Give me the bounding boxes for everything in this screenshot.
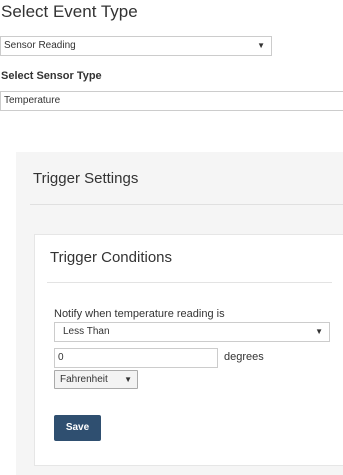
event-type-label: Select Event Type <box>1 2 138 21</box>
chevron-down-icon: ▼ <box>315 327 323 336</box>
trigger-conditions-divider <box>47 282 332 283</box>
degrees-label: degrees <box>224 351 264 363</box>
event-type-select[interactable]: Sensor Reading ▼ <box>0 36 272 56</box>
chevron-down-icon: ▼ <box>257 41 265 50</box>
trigger-settings-divider <box>30 204 343 205</box>
trigger-conditions-title: Trigger Conditions <box>50 249 172 266</box>
threshold-value-input[interactable]: 0 <box>54 348 218 368</box>
operator-select[interactable]: Less Than ▼ <box>54 322 330 342</box>
unit-selected-value: Fahrenheit <box>60 374 108 385</box>
sensor-type-label: Select Sensor Type <box>1 70 102 82</box>
sensor-type-value: Temperature <box>4 95 61 106</box>
sensor-type-field[interactable]: Temperature <box>0 91 343 111</box>
event-type-selected-value: Sensor Reading <box>4 40 76 51</box>
trigger-settings-title: Trigger Settings <box>33 170 139 187</box>
operator-selected-value: Less Than <box>63 326 110 337</box>
unit-select[interactable]: Fahrenheit ▼ <box>54 370 138 389</box>
save-button[interactable]: Save <box>54 415 101 441</box>
chevron-down-icon: ▼ <box>124 375 132 384</box>
threshold-value: 0 <box>58 352 64 363</box>
notify-label: Notify when temperature reading is <box>54 308 225 320</box>
